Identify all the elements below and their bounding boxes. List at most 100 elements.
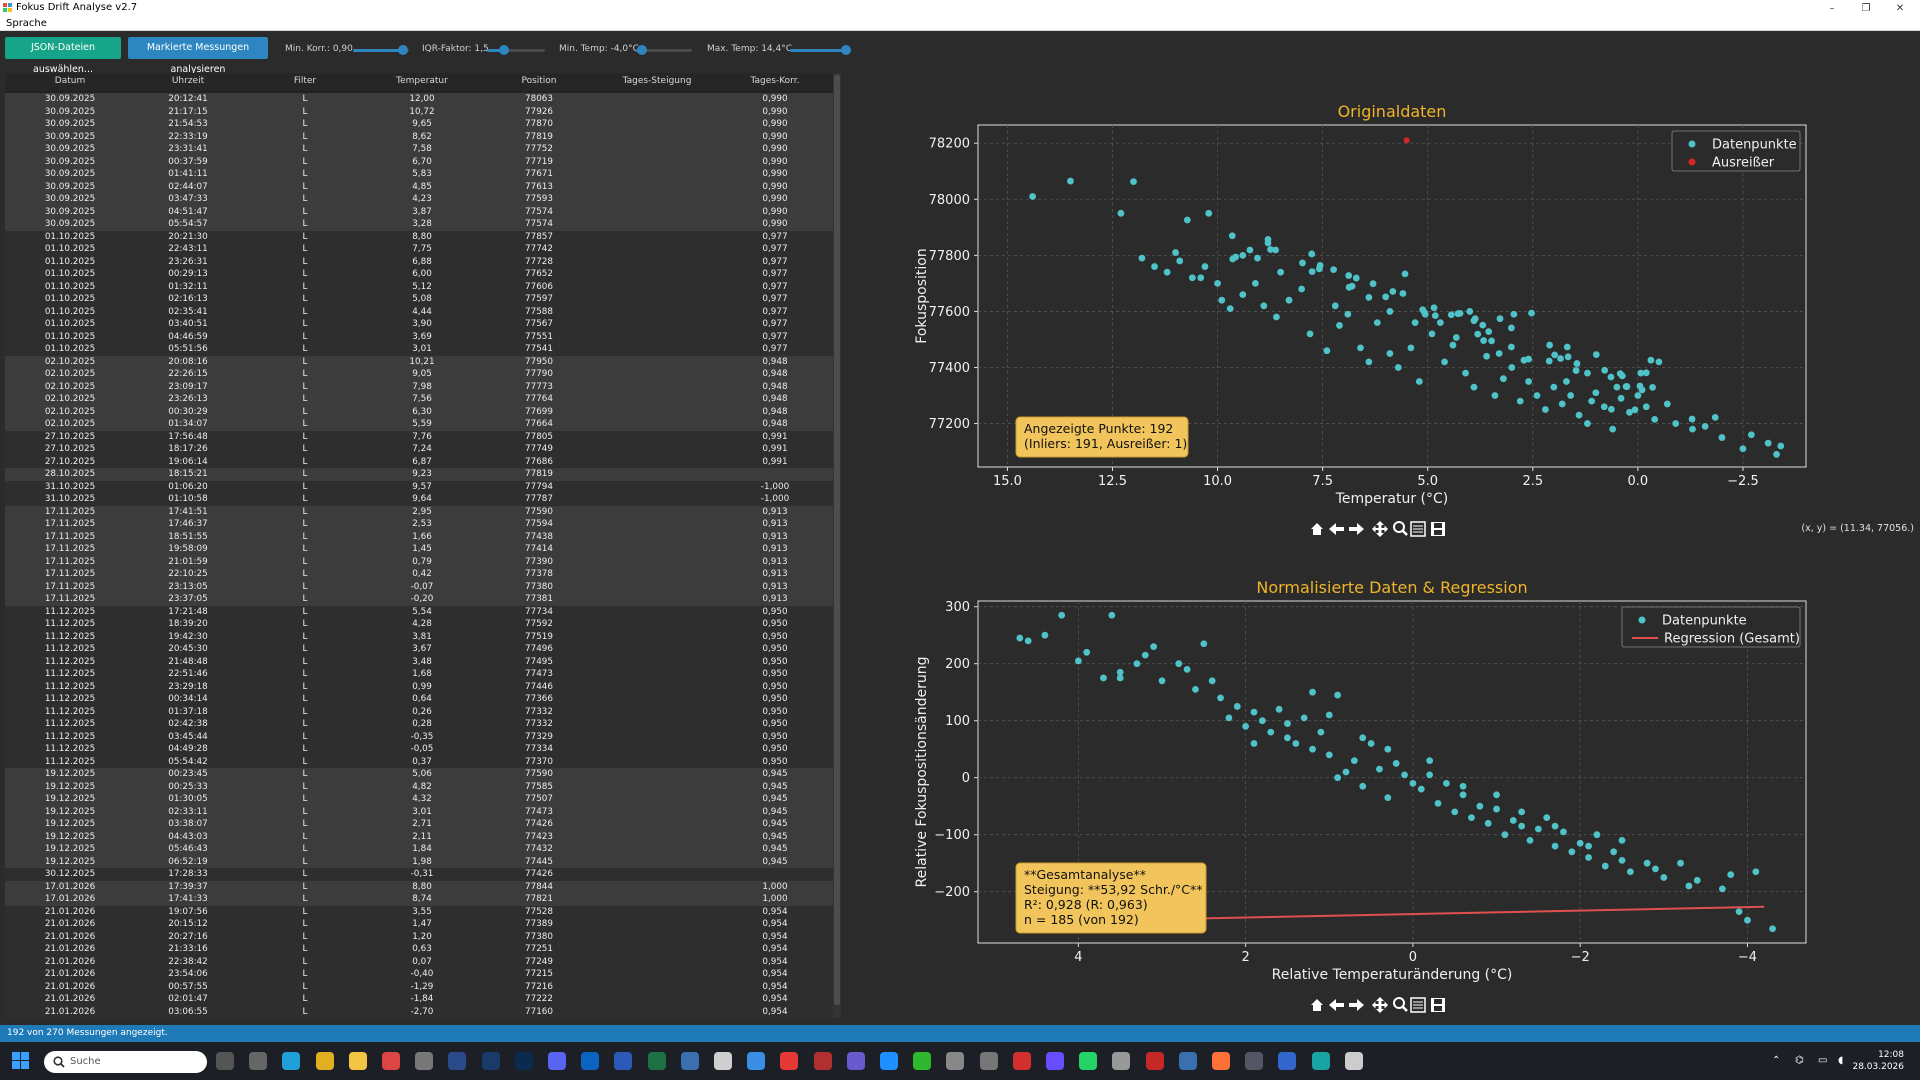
table-row[interactable]: 02.10.2025 23:09:17 L 7,98 77773 0,948 <box>5 380 833 393</box>
table-row[interactable]: 02.10.2025 01:34:07 L 5,59 77664 0,948 <box>5 418 833 431</box>
table-row[interactable]: 11.12.2025 22:51:46 L 1,68 77473 0,950 <box>5 668 833 681</box>
app-icon[interactable] <box>913 1052 932 1070</box>
table-row[interactable]: 19.12.2025 06:52:19 L 1,98 77445 0,945 <box>5 855 833 868</box>
iqr-factor-slider[interactable] <box>487 45 545 55</box>
table-row[interactable]: 30.09.2025 04:51:47 L 3,87 77574 0,990 <box>5 205 833 218</box>
table-row[interactable]: 11.12.2025 05:54:42 L 0,37 77370 0,950 <box>5 755 833 768</box>
table-row[interactable]: 17.11.2025 19:58:09 L 1,45 77414 0,913 <box>5 543 833 556</box>
table-scrollbar[interactable] <box>833 73 841 1018</box>
table-row[interactable]: 11.12.2025 23:29:18 L 0,99 77446 0,950 <box>5 680 833 693</box>
column-header-time[interactable]: Uhrzeit <box>143 76 233 86</box>
table-row[interactable]: 21.01.2026 20:15:12 L 1,47 77389 0,954 <box>5 918 833 931</box>
discord-icon[interactable] <box>548 1052 566 1070</box>
table-row[interactable]: 28.10.2025 18:15:21 L 9,23 77819 <box>5 468 833 481</box>
chrome-icon[interactable] <box>382 1052 400 1070</box>
table-row[interactable]: 21.01.2026 02:01:47 L -1,84 77222 0,954 <box>5 993 833 1006</box>
table-row[interactable]: 21.01.2026 21:33:16 L 0,63 77251 0,954 <box>5 943 833 956</box>
table-row[interactable]: 30.09.2025 03:47:33 L 4,23 77593 0,990 <box>5 193 833 206</box>
zoom-icon[interactable] <box>1393 997 1408 1012</box>
table-row[interactable]: 21.01.2026 23:54:06 L -0,40 77215 0,954 <box>5 968 833 981</box>
table-row[interactable]: 17.11.2025 22:10:25 L 0,42 77378 0,913 <box>5 568 833 581</box>
home-icon[interactable] <box>1311 999 1323 1011</box>
table-row[interactable]: 27.10.2025 19:06:14 L 6,87 77686 0,991 <box>5 455 833 468</box>
table-row[interactable]: 30.09.2025 05:54:57 L 3,28 77574 0,990 <box>5 218 833 231</box>
table-row[interactable]: 11.12.2025 01:37:18 L 0,26 77332 0,950 <box>5 705 833 718</box>
configure-subplots-icon[interactable] <box>1410 997 1426 1013</box>
table-row[interactable]: 01.10.2025 05:51:56 L 3,01 77541 0,977 <box>5 343 833 356</box>
table-row[interactable]: 11.12.2025 20:45:30 L 3,67 77496 0,950 <box>5 643 833 656</box>
min-corr-slider[interactable] <box>353 45 409 55</box>
table-row[interactable]: 02.10.2025 20:08:16 L 10,21 77950 0,948 <box>5 355 833 368</box>
table-row[interactable]: 21.01.2026 00:57:55 L -1,29 77216 0,954 <box>5 980 833 993</box>
table-row[interactable]: 11.12.2025 17:21:48 L 5,54 77734 0,950 <box>5 605 833 618</box>
onedrive-icon[interactable] <box>747 1052 766 1070</box>
table-row[interactable]: 17.01.2026 17:39:37 L 8,80 77844 1,000 <box>5 880 833 893</box>
forward-icon[interactable] <box>1349 523 1364 535</box>
column-header-filter[interactable]: Filter <box>260 76 350 86</box>
app-icon[interactable] <box>1046 1052 1064 1070</box>
table-row[interactable]: 19.12.2025 00:23:45 L 5,06 77590 0,945 <box>5 768 833 781</box>
slider-handle[interactable] <box>841 45 851 55</box>
forward-icon[interactable] <box>1349 999 1364 1011</box>
table-row[interactable]: 19.12.2025 04:43:03 L 2,11 77423 0,945 <box>5 830 833 843</box>
task-view-icon[interactable] <box>216 1052 234 1070</box>
photoshop-icon[interactable] <box>514 1052 533 1070</box>
table-row[interactable]: 17.11.2025 17:46:37 L 2,53 77594 0,913 <box>5 518 833 531</box>
table-row[interactable]: 17.11.2025 23:37:05 L -0,20 77381 0,913 <box>5 593 833 606</box>
lightroom-icon[interactable] <box>448 1052 467 1070</box>
slider-handle[interactable] <box>398 45 409 55</box>
firefox-icon[interactable] <box>1212 1052 1230 1070</box>
taskbar-clock[interactable]: 12:08 28.03.2026 <box>1852 1049 1904 1073</box>
back-icon[interactable] <box>1329 523 1344 535</box>
table-row[interactable]: 02.10.2025 23:26:13 L 7,56 77764 0,948 <box>5 393 833 406</box>
table-row[interactable]: 30.09.2025 22:33:19 L 8,62 77819 0,990 <box>5 130 833 143</box>
app-icon[interactable] <box>1278 1052 1297 1070</box>
table-row[interactable]: 30.09.2025 23:31:41 L 7,58 77752 0,990 <box>5 143 833 156</box>
column-header-date[interactable]: Datum <box>25 76 115 86</box>
table-row[interactable]: 31.10.2025 01:10:58 L 9,64 77787 -1,000 <box>5 493 833 506</box>
table-row[interactable]: 31.10.2025 01:06:20 L 9,57 77794 -1,000 <box>5 480 833 493</box>
table-row[interactable]: 19.12.2025 00:25:33 L 4,82 77585 0,945 <box>5 780 833 793</box>
table-row[interactable]: 11.12.2025 03:45:44 L -0,35 77329 0,950 <box>5 730 833 743</box>
tray-network-icon[interactable]: ⌬ <box>1795 1055 1804 1066</box>
pan-icon[interactable] <box>1372 997 1388 1013</box>
chrome-icon[interactable] <box>315 1052 334 1070</box>
table-row[interactable]: 27.10.2025 18:17:26 L 7,24 77749 0,991 <box>5 443 833 456</box>
table-row[interactable]: 17.11.2025 21:01:59 L 0,79 77390 0,913 <box>5 555 833 568</box>
minimize-button[interactable]: – <box>1816 0 1848 17</box>
table-row[interactable]: 19.12.2025 03:38:07 L 2,71 77426 0,945 <box>5 818 833 831</box>
table-row[interactable]: 21.01.2026 03:06:55 L -2,70 77160 0,954 <box>5 1005 833 1018</box>
table-row[interactable]: 01.10.2025 02:16:13 L 5,08 77597 0,977 <box>5 293 833 306</box>
app-icon[interactable] <box>1145 1052 1164 1070</box>
app-icon[interactable] <box>1012 1052 1031 1070</box>
app-icon[interactable] <box>846 1052 865 1070</box>
table-row[interactable]: 11.12.2025 19:42:30 L 3,81 77519 0,950 <box>5 630 833 643</box>
table-row[interactable]: 30.12.2025 17:28:33 L -0,31 77426 <box>5 868 833 881</box>
table-row[interactable]: 01.10.2025 22:43:11 L 7,75 77742 0,977 <box>5 243 833 256</box>
normalized-regression-chart[interactable]: 4 2 0 −2 −4 −200 −100 0 100 200 300 Normalisierte D… <box>846 571 1920 991</box>
table-row[interactable]: 11.12.2025 04:49:28 L -0,05 77334 0,950 <box>5 743 833 756</box>
app-icon[interactable] <box>880 1052 898 1070</box>
table-row[interactable]: 01.10.2025 20:21:30 L 8,80 77857 0,977 <box>5 230 833 243</box>
table-row[interactable]: 01.10.2025 02:35:41 L 4,44 77588 0,977 <box>5 305 833 318</box>
table-row[interactable]: 01.10.2025 00:29:13 L 6,00 77652 0,977 <box>5 268 833 281</box>
photoshop-icon[interactable] <box>481 1052 500 1070</box>
table-row[interactable]: 17.11.2025 23:13:05 L -0,07 77380 0,913 <box>5 580 833 593</box>
table-row[interactable]: 27.10.2025 17:56:48 L 7,76 77805 0,991 <box>5 430 833 443</box>
word-icon[interactable] <box>614 1052 633 1070</box>
app-icon[interactable] <box>1245 1052 1264 1070</box>
app-icon[interactable] <box>979 1052 998 1070</box>
table-row[interactable]: 30.09.2025 00:37:59 L 6,70 77719 0,990 <box>5 155 833 168</box>
table-row[interactable]: 11.12.2025 00:34:14 L 0,64 77366 0,950 <box>5 693 833 706</box>
app-icon[interactable] <box>946 1052 965 1070</box>
table-row[interactable]: 30.09.2025 02:44:07 L 4,85 77613 0,990 <box>5 180 833 193</box>
table-row[interactable]: 02.10.2025 22:26:15 L 9,05 77790 0,948 <box>5 368 833 381</box>
slider-handle[interactable] <box>636 45 647 55</box>
zoom-icon[interactable] <box>1393 521 1408 536</box>
table-row[interactable]: 19.12.2025 01:30:05 L 4,32 77507 0,945 <box>5 793 833 806</box>
column-header-temperature[interactable]: Temperatur <box>377 76 467 86</box>
table-row[interactable]: 17.11.2025 18:51:55 L 1,66 77438 0,913 <box>5 530 833 543</box>
menu-language[interactable]: Sprache <box>6 18 47 29</box>
tray-chevron-icon[interactable]: ⌃ <box>1772 1055 1780 1066</box>
tray-display-icon[interactable]: ▭ <box>1818 1055 1827 1066</box>
